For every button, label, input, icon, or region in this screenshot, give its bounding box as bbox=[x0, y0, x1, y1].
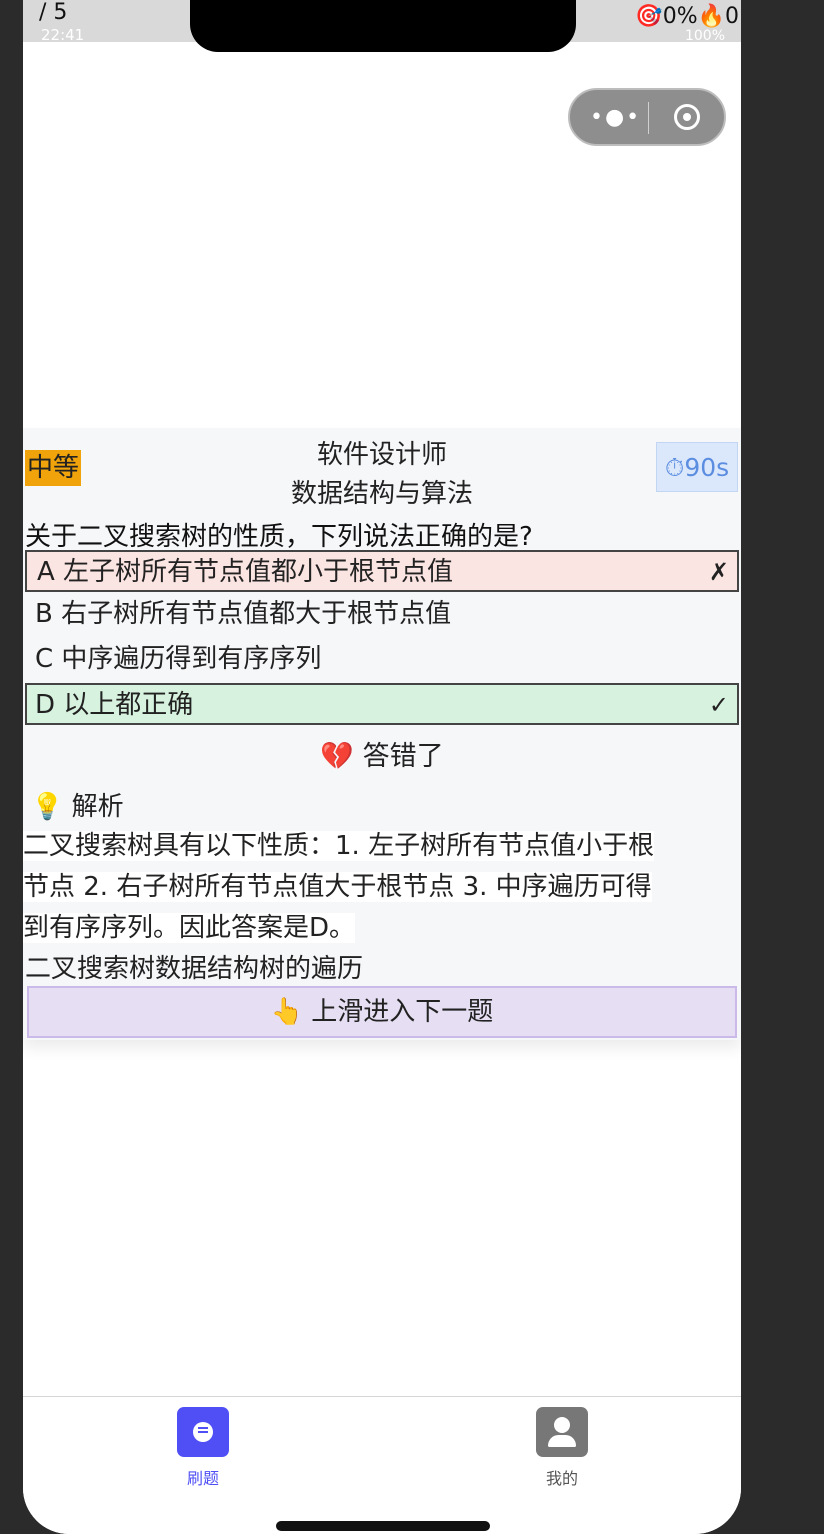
streak-stats: 🎯0%🔥0 bbox=[635, 4, 739, 29]
option-c[interactable]: C 中序遍历得到有序序列 bbox=[25, 639, 739, 681]
home-indicator[interactable] bbox=[276, 1521, 490, 1531]
exam-name: 软件设计师 bbox=[316, 440, 447, 470]
option-d[interactable]: D 以上都正确 ✓ bbox=[25, 683, 739, 725]
study-icon bbox=[177, 1407, 229, 1457]
knowledge-tags: 二叉搜索树数据结构树的遍历 bbox=[25, 954, 364, 984]
analysis-line-3: 到有序序列。因此答案是D。 bbox=[23, 913, 356, 943]
tab-mine[interactable]: 我的 bbox=[502, 1407, 622, 1489]
next-question-button[interactable]: 👆 上滑进入下一题 bbox=[27, 986, 737, 1038]
option-a[interactable]: A 左子树所有节点值都小于根节点值 ✗ bbox=[25, 550, 739, 592]
correct-mark-icon: ✓ bbox=[708, 691, 729, 719]
option-c-label: C 中序遍历得到有序序列 bbox=[35, 644, 322, 674]
option-b[interactable]: B 右子树所有节点值都大于根节点值 bbox=[25, 594, 739, 636]
user-icon bbox=[536, 1407, 588, 1457]
notch bbox=[190, 0, 576, 52]
more-icon[interactable]: •●• bbox=[590, 105, 641, 130]
phone-screen: / 5 22:41 🎯0%🔥0 100% •●• 中等 软件设计师 数据结构与算… bbox=[23, 0, 741, 1534]
tab-mine-label: 我的 bbox=[545, 1469, 578, 1488]
option-d-label: D 以上都正确 bbox=[35, 690, 194, 720]
analysis-line-2: 节点 2. 右子树所有节点值大于根节点 3. 中序遍历可得 bbox=[23, 872, 652, 902]
question-text: 关于二叉搜索树的性质，下列说法正确的是? bbox=[25, 522, 533, 552]
status-right: 🎯0%🔥0 100% bbox=[635, 4, 739, 44]
analysis-heading: 💡 解析 bbox=[31, 792, 124, 822]
status-bar: / 5 22:41 🎯0%🔥0 100% bbox=[23, 0, 741, 52]
subject-name: 数据结构与算法 bbox=[290, 479, 473, 509]
close-target-icon[interactable] bbox=[674, 104, 700, 130]
option-b-label: B 右子树所有节点值都大于根节点值 bbox=[35, 599, 452, 629]
tab-practice-label: 刷题 bbox=[186, 1469, 219, 1488]
miniprogram-capsule: •●• bbox=[568, 88, 726, 146]
status-left: / 5 22:41 bbox=[39, 0, 84, 43]
question-card: 中等 软件设计师 数据结构与算法 ⏱90s 关于二叉搜索树的性质，下列说法正确的… bbox=[23, 428, 741, 1040]
battery-level: 100% bbox=[684, 28, 725, 44]
tab-bar: 刷题 我的 bbox=[23, 1396, 741, 1534]
analysis-body: 二叉搜索树具有以下性质：1. 左子树所有节点值小于根 节点 2. 右子树所有节点… bbox=[23, 826, 739, 949]
question-counter: / 5 bbox=[39, 0, 68, 25]
status-time: 22:41 bbox=[41, 26, 85, 44]
option-a-label: A 左子树所有节点值都小于根节点值 bbox=[37, 557, 454, 587]
capsule-divider bbox=[648, 102, 649, 134]
answer-result: 💔 答错了 bbox=[320, 741, 444, 772]
analysis-line-1: 二叉搜索树具有以下性质：1. 左子树所有节点值小于根 bbox=[23, 831, 655, 861]
tab-practice[interactable]: 刷题 bbox=[143, 1407, 263, 1489]
countdown-timer: ⏱90s bbox=[656, 442, 738, 492]
wrong-mark-icon: ✗ bbox=[708, 558, 729, 586]
